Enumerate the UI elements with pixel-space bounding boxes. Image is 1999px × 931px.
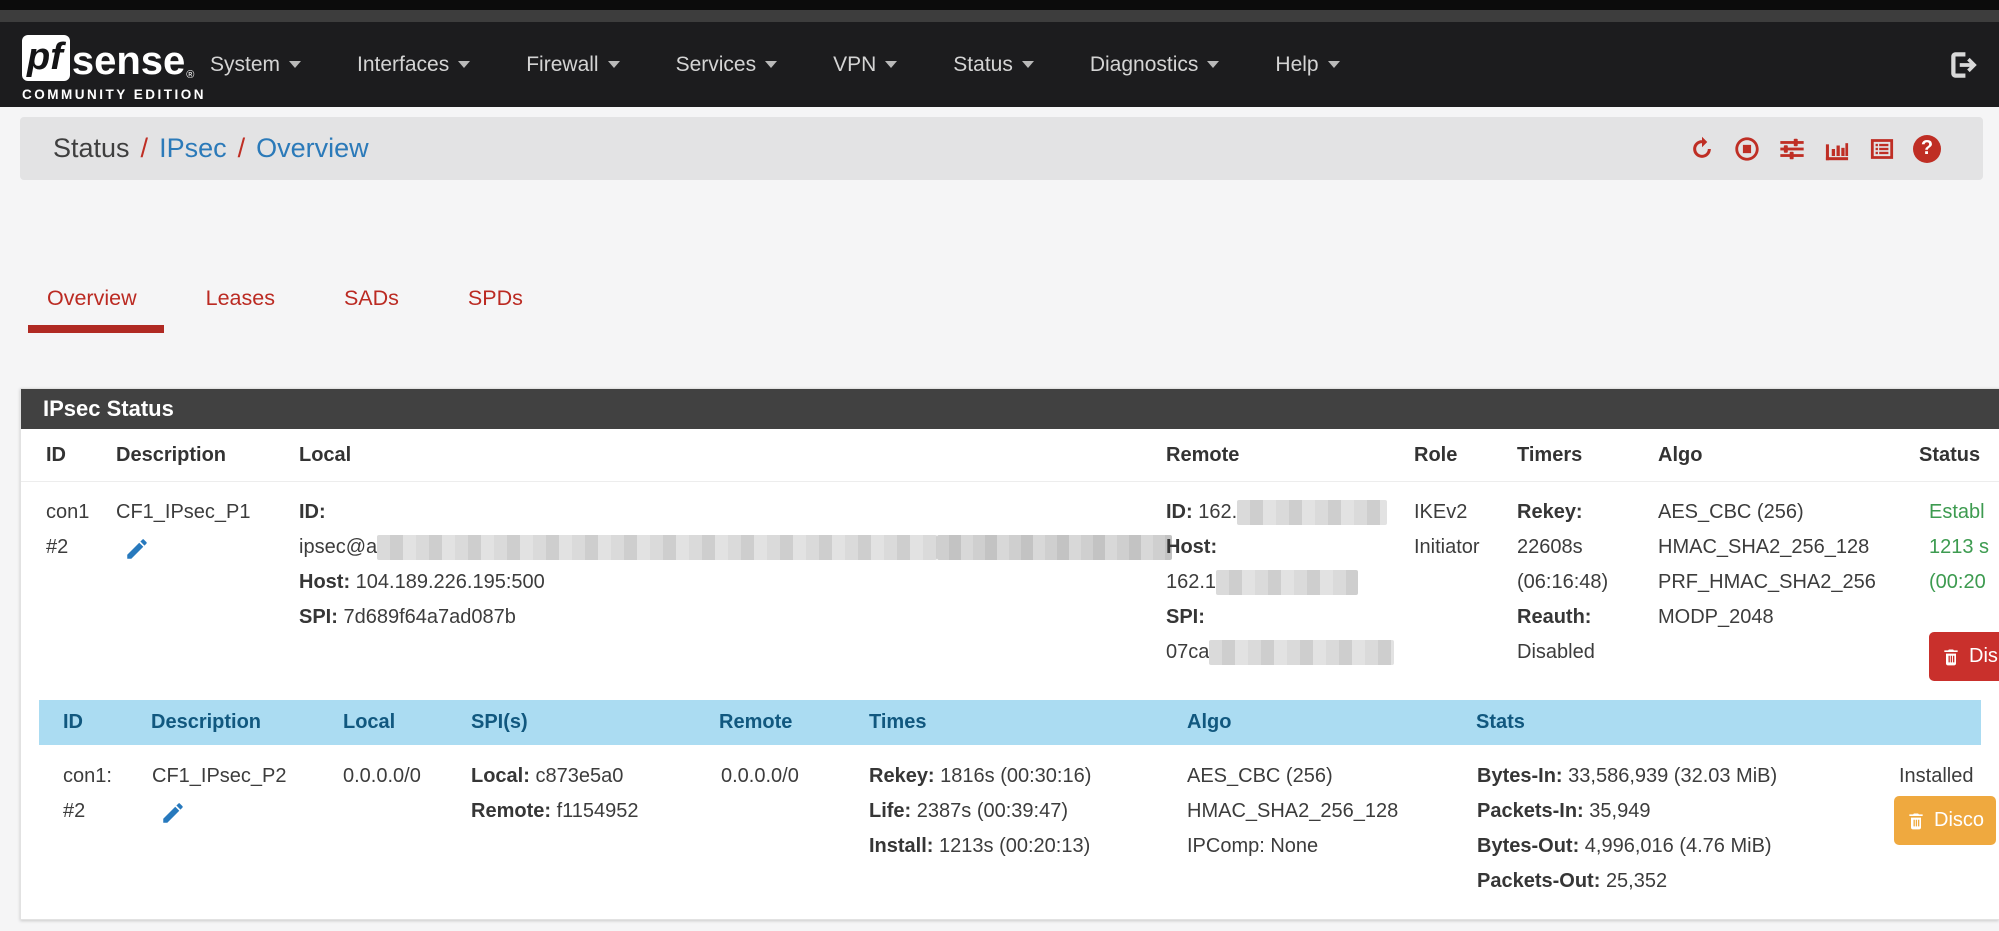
cell-id: con1: #2 bbox=[63, 745, 112, 829]
nav-menu: System Interfaces Firewall Services VPN … bbox=[182, 22, 1368, 107]
redacted-value bbox=[1216, 570, 1358, 595]
nav-item-status[interactable]: Status bbox=[925, 22, 1062, 107]
window-top-strip bbox=[0, 0, 1999, 10]
tab-leases[interactable]: Leases bbox=[206, 270, 275, 333]
cell-local: 0.0.0.0/0 bbox=[343, 745, 421, 794]
chevron-down-icon bbox=[458, 61, 470, 68]
chevron-down-icon bbox=[1207, 61, 1219, 68]
nav-item-help[interactable]: Help bbox=[1247, 22, 1367, 107]
pfsense-ipsec-status-page: pf sense ® COMMUNITY EDITION System Inte… bbox=[0, 0, 1999, 931]
edit-icon[interactable] bbox=[160, 800, 186, 826]
chevron-down-icon bbox=[1328, 61, 1340, 68]
breadcrumb-ipsec-link[interactable]: IPsec bbox=[159, 133, 227, 164]
edit-icon[interactable] bbox=[124, 536, 150, 562]
col-header-algo: Algo bbox=[1658, 429, 1702, 481]
breadcrumb-separator: / bbox=[227, 133, 257, 164]
col-header-local: Local bbox=[299, 429, 351, 481]
col-header-stats: Stats bbox=[1476, 700, 1525, 745]
cell-algo: AES_CBC (256) HMAC_SHA2_256_128 PRF_HMAC… bbox=[1658, 482, 1876, 635]
col-header-status: Status bbox=[1919, 429, 1980, 481]
bar-chart-icon[interactable] bbox=[1823, 135, 1851, 163]
redacted-value bbox=[1209, 640, 1394, 665]
cell-description: CF1_IPsec_P2 bbox=[152, 745, 287, 826]
window-title-strip bbox=[0, 10, 1999, 22]
col-header-timers: Timers bbox=[1517, 429, 1582, 481]
col-header-description: Description bbox=[116, 429, 226, 481]
chevron-down-icon bbox=[1022, 61, 1034, 68]
page-action-icons: ? bbox=[1688, 117, 1941, 180]
disconnect-button[interactable]: Dis bbox=[1929, 632, 1999, 681]
col-header-id: ID bbox=[46, 429, 66, 481]
col-header-local: Local bbox=[343, 700, 395, 745]
tab-bar: Overview Leases SADs SPDs bbox=[47, 270, 592, 333]
cell-remote: ID: 162. Host: 162.1 SPI: 07ca bbox=[1166, 482, 1394, 670]
redacted-value bbox=[377, 535, 937, 560]
col-header-remote: Remote bbox=[719, 700, 792, 745]
cell-stats: Bytes-In: 33,586,939 (32.03 MiB) Packets… bbox=[1477, 745, 1777, 899]
nav-item-firewall[interactable]: Firewall bbox=[498, 22, 647, 107]
table-row: con1: #2 CF1_IPsec_P2 0.0.0.0/0 Local: c… bbox=[21, 745, 1999, 919]
stop-icon[interactable] bbox=[1733, 135, 1761, 163]
disconnect-button[interactable]: Disco bbox=[1894, 796, 1996, 845]
cell-timers: Rekey: 22608s (06:16:48) Reauth: Disable… bbox=[1517, 482, 1608, 670]
redacted-value bbox=[937, 535, 1172, 560]
tab-overview[interactable]: Overview bbox=[47, 270, 137, 333]
list-icon[interactable] bbox=[1868, 135, 1896, 163]
cell-remote: 0.0.0.0/0 bbox=[721, 745, 799, 794]
nav-item-diagnostics[interactable]: Diagnostics bbox=[1062, 22, 1248, 107]
chevron-down-icon bbox=[885, 61, 897, 68]
chevron-down-icon bbox=[608, 61, 620, 68]
cell-spis: Local: c873e5a0 Remote: f1154952 bbox=[471, 745, 639, 829]
col-header-times: Times bbox=[869, 700, 926, 745]
cell-local: ID: ipsec@a Host: 104.189.226.195:500 SP… bbox=[299, 482, 1172, 635]
table-row: con1 #2 CF1_IPsec_P1 ID: ipsec@a Host: 1… bbox=[21, 481, 1999, 700]
cell-status: Establ 1213 s (00:20 bbox=[1929, 482, 1989, 600]
sign-out-icon[interactable] bbox=[1947, 48, 1981, 82]
chevron-down-icon bbox=[765, 61, 777, 68]
help-icon[interactable]: ? bbox=[1913, 135, 1941, 163]
panel-title: IPsec Status bbox=[21, 389, 1999, 429]
nav-item-services[interactable]: Services bbox=[648, 22, 806, 107]
logo-subtitle: COMMUNITY EDITION bbox=[22, 87, 206, 102]
col-header-description: Description bbox=[151, 700, 261, 745]
breadcrumb-overview-link[interactable]: Overview bbox=[256, 133, 369, 164]
cell-algo: AES_CBC (256) HMAC_SHA2_256_128 IPComp: … bbox=[1187, 745, 1398, 864]
cell-times: Rekey: 1816s (00:30:16) Life: 2387s (00:… bbox=[869, 745, 1091, 864]
child-table-header: ID Description Local SPI(s) Remote Times… bbox=[39, 700, 1981, 745]
ipsec-status-panel: IPsec Status ID Description Local Remote… bbox=[20, 388, 1999, 920]
col-header-spis: SPI(s) bbox=[471, 700, 528, 745]
col-header-role: Role bbox=[1414, 429, 1457, 481]
col-header-algo: Algo bbox=[1187, 700, 1231, 745]
breadcrumb: Status / IPsec / Overview bbox=[53, 117, 369, 180]
cell-status: Installed bbox=[1899, 745, 1974, 794]
trash-icon bbox=[1941, 646, 1961, 668]
refresh-icon[interactable] bbox=[1688, 135, 1716, 163]
logo-sense-text: sense bbox=[72, 41, 185, 81]
tab-sads[interactable]: SADs bbox=[344, 270, 399, 333]
breadcrumb-bar: Status / IPsec / Overview ? bbox=[20, 117, 1983, 180]
nav-item-interfaces[interactable]: Interfaces bbox=[329, 22, 498, 107]
breadcrumb-status: Status bbox=[53, 133, 130, 164]
cell-id: con1 #2 bbox=[46, 482, 89, 565]
chevron-down-icon bbox=[289, 61, 301, 68]
tab-spds[interactable]: SPDs bbox=[468, 270, 523, 333]
trash-icon bbox=[1906, 810, 1926, 832]
nav-item-vpn[interactable]: VPN bbox=[805, 22, 925, 107]
cell-role: IKEv2 Initiator bbox=[1414, 482, 1480, 565]
pfsense-logo[interactable]: pf sense ® COMMUNITY EDITION bbox=[22, 35, 206, 102]
nav-item-system[interactable]: System bbox=[182, 22, 329, 107]
cell-description: CF1_IPsec_P1 bbox=[116, 482, 251, 562]
col-header-remote: Remote bbox=[1166, 429, 1239, 481]
navbar: pf sense ® COMMUNITY EDITION System Inte… bbox=[0, 22, 1999, 107]
redacted-value bbox=[1237, 500, 1387, 525]
sliders-icon[interactable] bbox=[1778, 135, 1806, 163]
breadcrumb-separator: / bbox=[130, 133, 160, 164]
col-header-id: ID bbox=[63, 700, 83, 745]
logo-pf-box: pf bbox=[22, 35, 70, 81]
parent-table-header: ID Description Local Remote Role Timers … bbox=[21, 429, 1999, 481]
